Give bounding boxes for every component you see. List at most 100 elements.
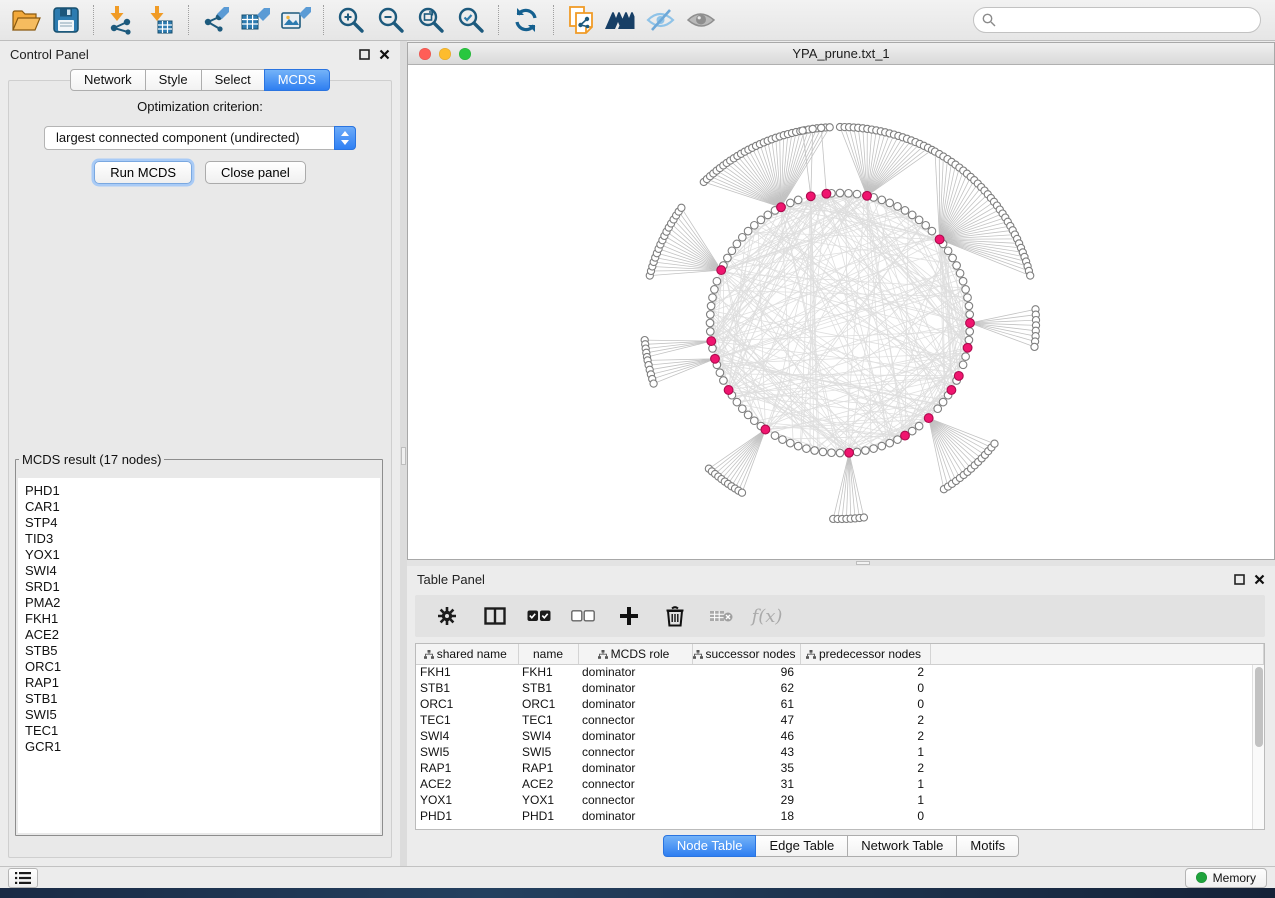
table-cell[interactable]: 2 — [800, 664, 930, 680]
first-neighbors-icon[interactable] — [601, 3, 641, 37]
delete-table-icon[interactable] — [703, 600, 739, 632]
table-cell[interactable]: RAP1 — [518, 760, 578, 776]
table-cell[interactable]: dominator — [578, 728, 692, 744]
maximize-window-icon[interactable] — [459, 48, 471, 60]
tab-motifs[interactable]: Motifs — [956, 835, 1019, 857]
table-cell[interactable]: connector — [578, 776, 692, 792]
scrollbar-thumb[interactable] — [1255, 667, 1263, 747]
mcds-result-item[interactable]: TID3 — [25, 531, 373, 547]
table-scrollbar[interactable] — [1252, 665, 1264, 829]
open-session-icon[interactable] — [6, 3, 46, 37]
table-cell[interactable]: dominator — [578, 664, 692, 680]
table-cell[interactable]: 35 — [692, 760, 800, 776]
table-cell[interactable]: dominator — [578, 680, 692, 696]
clone-network-icon[interactable] — [561, 3, 601, 37]
table-cell[interactable]: 61 — [692, 696, 800, 712]
table-cell[interactable]: 1 — [800, 792, 930, 808]
table-cell[interactable]: TEC1 — [416, 712, 518, 728]
show-graphics-details-icon[interactable] — [681, 3, 721, 37]
table-cell[interactable]: SWI5 — [518, 744, 578, 760]
divider-handle[interactable] — [401, 447, 406, 465]
table-cell[interactable]: PHD1 — [518, 808, 578, 824]
table-cell[interactable]: 0 — [800, 696, 930, 712]
table-cell[interactable]: YOX1 — [416, 792, 518, 808]
mcds-result-item[interactable]: TEC1 — [25, 723, 373, 739]
table-row[interactable]: YOX1YOX1connector291 — [416, 792, 1264, 808]
close-panel-icon[interactable] — [379, 49, 390, 60]
export-network-icon[interactable] — [196, 3, 236, 37]
split-table-view-icon[interactable] — [477, 600, 513, 632]
table-cell[interactable]: YOX1 — [518, 792, 578, 808]
delete-column-icon[interactable] — [657, 600, 693, 632]
mcds-result-item[interactable]: PMA2 — [25, 595, 373, 611]
float-panel-icon[interactable] — [1234, 574, 1245, 585]
table-cell[interactable]: dominator — [578, 760, 692, 776]
vertical-split-divider[interactable] — [400, 41, 407, 866]
table-cell[interactable]: 29 — [692, 792, 800, 808]
add-column-icon[interactable] — [611, 600, 647, 632]
table-cell[interactable]: connector — [578, 712, 692, 728]
table-row[interactable]: STB1STB1dominator620 — [416, 680, 1264, 696]
float-panel-icon[interactable] — [359, 49, 370, 60]
zoom-fit-icon[interactable] — [411, 3, 451, 37]
table-row[interactable]: SWI4SWI4dominator462 — [416, 728, 1264, 744]
table-row[interactable]: ACE2ACE2connector311 — [416, 776, 1264, 792]
mcds-result-item[interactable]: CAR1 — [25, 499, 373, 515]
table-cell[interactable]: 46 — [692, 728, 800, 744]
table-cell[interactable]: FKH1 — [518, 664, 578, 680]
zoom-in-icon[interactable] — [331, 3, 371, 37]
function-builder-icon[interactable]: f(x) — [749, 600, 785, 632]
table-cell[interactable]: FKH1 — [416, 664, 518, 680]
close-panel-icon[interactable] — [1254, 574, 1265, 585]
mcds-result-item[interactable]: SRD1 — [25, 579, 373, 595]
table-cell[interactable]: STB1 — [518, 680, 578, 696]
table-cell[interactable]: 96 — [692, 664, 800, 680]
table-cell[interactable]: 62 — [692, 680, 800, 696]
network-canvas[interactable] — [408, 65, 1274, 559]
tab-network[interactable]: Network — [70, 69, 146, 91]
table-cell[interactable]: 31 — [692, 776, 800, 792]
unselect-all-columns-icon[interactable] — [565, 600, 601, 632]
table-cell[interactable]: TEC1 — [518, 712, 578, 728]
table-cell[interactable]: SWI4 — [518, 728, 578, 744]
refresh-icon[interactable] — [506, 3, 546, 37]
table-cell[interactable]: ORC1 — [518, 696, 578, 712]
mcds-result-item[interactable]: GCR1 — [25, 739, 373, 755]
table-cell[interactable]: 2 — [800, 760, 930, 776]
tab-network-table[interactable]: Network Table — [847, 835, 957, 857]
zoom-selected-icon[interactable] — [451, 3, 491, 37]
mcds-result-item[interactable]: PHD1 — [25, 483, 373, 499]
mcds-result-item[interactable]: STB1 — [25, 691, 373, 707]
table-cell[interactable]: PHD1 — [416, 808, 518, 824]
close-window-icon[interactable] — [419, 48, 431, 60]
table-cell[interactable]: SWI5 — [416, 744, 518, 760]
table-row[interactable]: FKH1FKH1dominator962 — [416, 664, 1264, 680]
mcds-result-item[interactable]: FKH1 — [25, 611, 373, 627]
divider-handle[interactable] — [856, 561, 870, 565]
mcds-result-item[interactable]: STB5 — [25, 643, 373, 659]
search-input[interactable] — [973, 7, 1261, 33]
memory-button[interactable]: Memory — [1185, 868, 1267, 888]
import-network-icon[interactable] — [101, 3, 141, 37]
criterion-dropdown[interactable]: largest connected component (undirected) — [44, 126, 356, 150]
minimize-window-icon[interactable] — [439, 48, 451, 60]
mcds-result-item[interactable]: ACE2 — [25, 627, 373, 643]
table-cell[interactable]: 0 — [800, 680, 930, 696]
table-cell[interactable]: connector — [578, 744, 692, 760]
column-header-MCDS-role[interactable]: MCDS role — [578, 644, 692, 664]
table-row[interactable]: PHD1PHD1dominator180 — [416, 808, 1264, 824]
mcds-result-item[interactable]: STP4 — [25, 515, 373, 531]
mcds-result-item[interactable]: SWI4 — [25, 563, 373, 579]
table-cell[interactable]: SWI4 — [416, 728, 518, 744]
table-cell[interactable]: dominator — [578, 696, 692, 712]
hide-graphics-details-icon[interactable] — [641, 3, 681, 37]
mcds-result-item[interactable]: RAP1 — [25, 675, 373, 691]
column-settings-gear-icon[interactable] — [429, 600, 465, 632]
mcds-result-list[interactable]: PHD1CAR1STP4TID3YOX1SWI4SRD1PMA2FKH1ACE2… — [18, 478, 380, 833]
table-cell[interactable]: 1 — [800, 744, 930, 760]
select-all-columns-icon[interactable] — [521, 600, 557, 632]
table-cell[interactable]: 2 — [800, 728, 930, 744]
tab-node-table[interactable]: Node Table — [663, 835, 757, 857]
table-cell[interactable]: ACE2 — [518, 776, 578, 792]
table-row[interactable]: RAP1RAP1dominator352 — [416, 760, 1264, 776]
